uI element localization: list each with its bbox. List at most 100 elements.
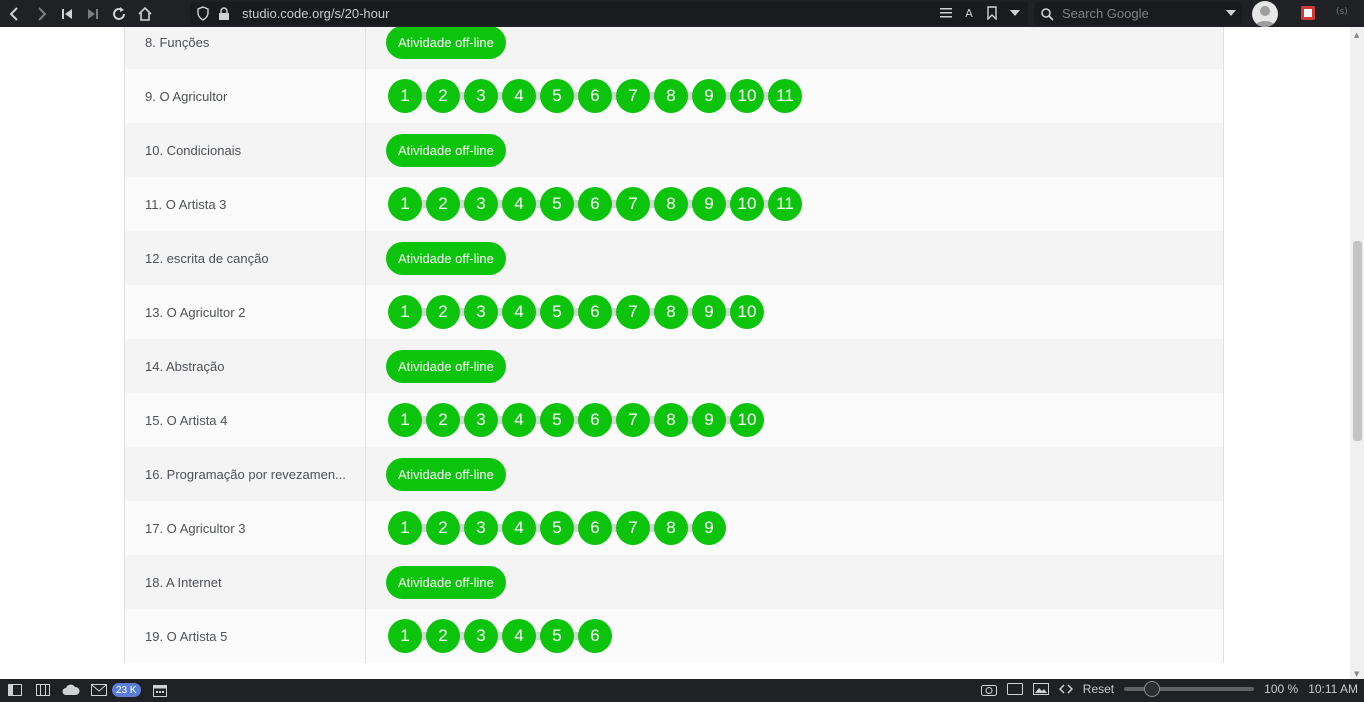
lesson-title[interactable]: 15. O Artista 4: [125, 393, 366, 447]
reset-zoom-button[interactable]: Reset: [1083, 682, 1114, 696]
address-bar[interactable]: studio.code.org/s/20-hour A: [190, 2, 1028, 25]
level-bubble[interactable]: 8: [654, 79, 688, 113]
level-bubble[interactable]: 3: [464, 619, 498, 653]
level-bubble[interactable]: 6: [578, 295, 612, 329]
level-bubble[interactable]: 9: [692, 403, 726, 437]
level-bubble[interactable]: 10: [730, 79, 764, 113]
level-bubble[interactable]: 4: [502, 295, 536, 329]
level-bubble[interactable]: 4: [502, 79, 536, 113]
search-engine-dropdown-icon[interactable]: [1226, 10, 1236, 16]
level-bubble[interactable]: 8: [654, 511, 688, 545]
lock-icon[interactable]: [218, 6, 230, 25]
extension-secondary-icon[interactable]: (s): [1336, 7, 1348, 17]
image-icon[interactable]: [1032, 683, 1049, 695]
mail-icon[interactable]: [90, 683, 108, 697]
lesson-title[interactable]: 13. O Agricultor 2: [125, 285, 366, 339]
level-bubble[interactable]: 1: [388, 295, 422, 329]
level-bubble[interactable]: 2: [426, 295, 460, 329]
level-bubble[interactable]: 8: [654, 403, 688, 437]
level-bubble[interactable]: 11: [768, 187, 802, 221]
extension-icon[interactable]: [1300, 5, 1316, 21]
level-bubble[interactable]: 4: [502, 511, 536, 545]
level-bubble[interactable]: 7: [616, 403, 650, 437]
level-bubble[interactable]: 3: [464, 403, 498, 437]
lesson-title[interactable]: 10. Condicionais: [125, 123, 366, 177]
offline-activity-button[interactable]: Atividade off-line: [386, 349, 506, 383]
level-bubble[interactable]: 7: [616, 511, 650, 545]
level-bubble[interactable]: 1: [388, 619, 422, 653]
zoom-slider[interactable]: [1124, 681, 1255, 697]
level-bubble[interactable]: 3: [464, 187, 498, 221]
level-bubble[interactable]: 5: [540, 619, 574, 653]
level-bubble[interactable]: 4: [502, 619, 536, 653]
lesson-title[interactable]: 17. O Agricultor 3: [125, 501, 366, 555]
level-bubble[interactable]: 2: [426, 187, 460, 221]
panel-toggle-icon[interactable]: [6, 683, 24, 697]
level-bubble[interactable]: 5: [540, 187, 574, 221]
offline-activity-button[interactable]: Atividade off-line: [386, 241, 506, 275]
level-bubble[interactable]: 2: [426, 403, 460, 437]
level-bubble[interactable]: 5: [540, 511, 574, 545]
offline-activity-button[interactable]: Atividade off-line: [386, 27, 506, 59]
level-bubble[interactable]: 9: [692, 295, 726, 329]
lesson-title[interactable]: 19. O Artista 5: [125, 609, 366, 663]
level-bubble[interactable]: 3: [464, 295, 498, 329]
level-bubble[interactable]: 6: [578, 403, 612, 437]
offline-activity-button[interactable]: Atividade off-line: [386, 457, 506, 491]
dropdown-icon[interactable]: [1008, 5, 1022, 21]
reader-mode-icon[interactable]: [939, 5, 953, 21]
bookmark-icon[interactable]: [985, 5, 999, 21]
level-bubble[interactable]: 1: [388, 511, 422, 545]
scroll-down-icon[interactable]: ▼: [1354, 670, 1359, 678]
translate-icon[interactable]: A: [962, 5, 976, 21]
level-bubble[interactable]: 6: [578, 79, 612, 113]
level-bubble[interactable]: 1: [388, 79, 422, 113]
level-bubble[interactable]: 7: [616, 295, 650, 329]
level-bubble[interactable]: 5: [540, 295, 574, 329]
level-bubble[interactable]: 4: [502, 187, 536, 221]
level-bubble[interactable]: 6: [578, 511, 612, 545]
level-bubble[interactable]: 2: [426, 511, 460, 545]
profile-avatar[interactable]: [1252, 1, 1278, 27]
reload-icon[interactable]: [106, 0, 132, 27]
lesson-title[interactable]: 14. Abstração: [125, 339, 366, 393]
devtools-icon[interactable]: [1058, 683, 1073, 695]
forward-icon[interactable]: [28, 0, 54, 27]
tab-tiling-icon[interactable]: [34, 683, 52, 697]
level-bubble[interactable]: 4: [502, 403, 536, 437]
level-bubble[interactable]: 10: [730, 295, 764, 329]
calendar-icon[interactable]: [151, 683, 169, 697]
lesson-title[interactable]: 12. escrita de canção: [125, 231, 366, 285]
level-bubble[interactable]: 5: [540, 79, 574, 113]
level-bubble[interactable]: 6: [578, 619, 612, 653]
level-bubble[interactable]: 5: [540, 403, 574, 437]
lesson-title[interactable]: 8. Funções: [125, 27, 366, 69]
rewind-icon[interactable]: [54, 0, 80, 27]
lesson-title[interactable]: 11. O Artista 3: [125, 177, 366, 231]
level-bubble[interactable]: 3: [464, 79, 498, 113]
lesson-title[interactable]: 16. Programação por revezamen...: [125, 447, 366, 501]
back-icon[interactable]: [2, 0, 28, 27]
level-bubble[interactable]: 9: [692, 79, 726, 113]
search-box[interactable]: Search Google: [1034, 2, 1242, 25]
level-bubble[interactable]: 11: [768, 79, 802, 113]
level-bubble[interactable]: 10: [730, 403, 764, 437]
capture-icon[interactable]: [980, 683, 997, 696]
lesson-title[interactable]: 9. O Agricultor: [125, 69, 366, 123]
level-bubble[interactable]: 10: [730, 187, 764, 221]
level-bubble[interactable]: 9: [692, 187, 726, 221]
lesson-title[interactable]: 18. A Internet: [125, 555, 366, 609]
cloud-sync-icon[interactable]: [62, 683, 80, 697]
level-bubble[interactable]: 8: [654, 187, 688, 221]
level-bubble[interactable]: 1: [388, 187, 422, 221]
window-icon[interactable]: [1006, 683, 1023, 695]
home-icon[interactable]: [132, 0, 158, 27]
mail-count-badge[interactable]: 23 K: [112, 683, 141, 697]
zoom-slider-knob[interactable]: [1144, 681, 1161, 697]
level-bubble[interactable]: 6: [578, 187, 612, 221]
level-bubble[interactable]: 7: [616, 187, 650, 221]
level-bubble[interactable]: 7: [616, 79, 650, 113]
fast-forward-icon[interactable]: [80, 0, 106, 27]
scroll-thumb[interactable]: [1353, 241, 1362, 441]
url-text[interactable]: studio.code.org/s/20-hour: [242, 6, 389, 21]
